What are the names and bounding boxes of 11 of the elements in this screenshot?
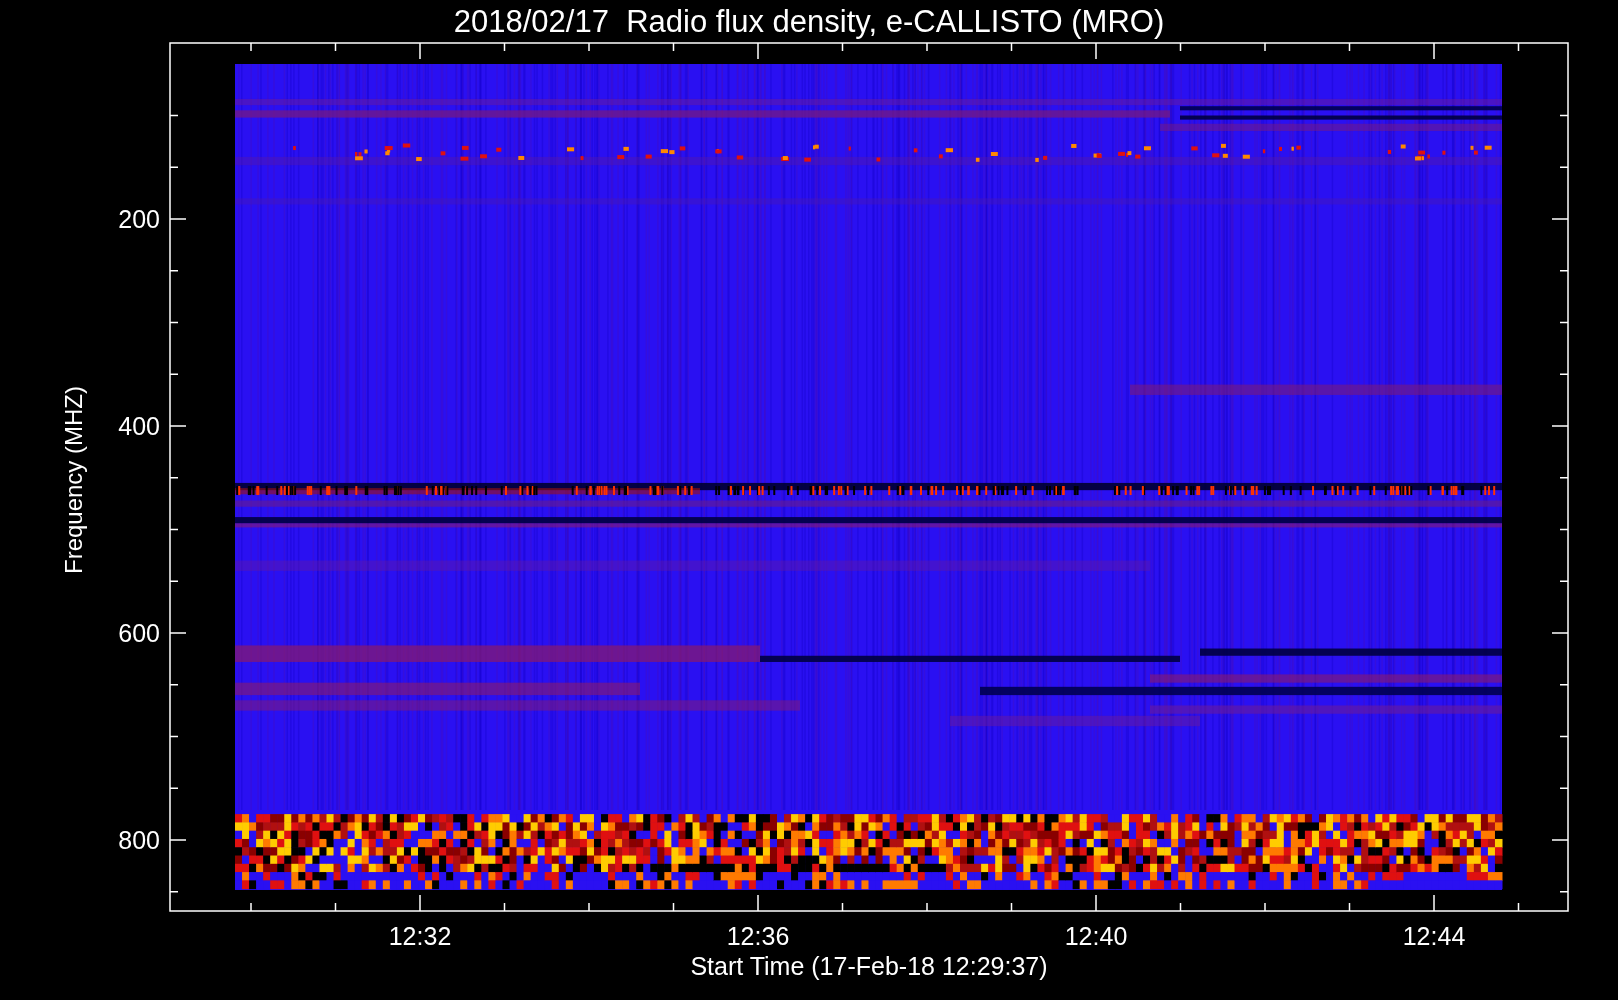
plot-title: 2018/02/17 Radio flux density, e-CALLISTO (MRO): [453, 4, 1165, 39]
y-tick-label: 400: [118, 412, 160, 440]
x-tick-label: 12:44: [1402, 922, 1466, 950]
y-tick-label: 800: [118, 826, 160, 854]
y-axis-label: Frequency (MHZ): [60, 386, 87, 574]
y-tick-label: 200: [118, 205, 160, 233]
x-axis-label: Start Time (17-Feb-18 12:29:37): [690, 952, 1048, 980]
x-tick-label: 12:40: [1064, 922, 1128, 950]
x-tick-label: 12:36: [726, 922, 790, 950]
y-tick-label: 600: [118, 619, 160, 647]
x-tick-label: 12:32: [388, 922, 452, 950]
